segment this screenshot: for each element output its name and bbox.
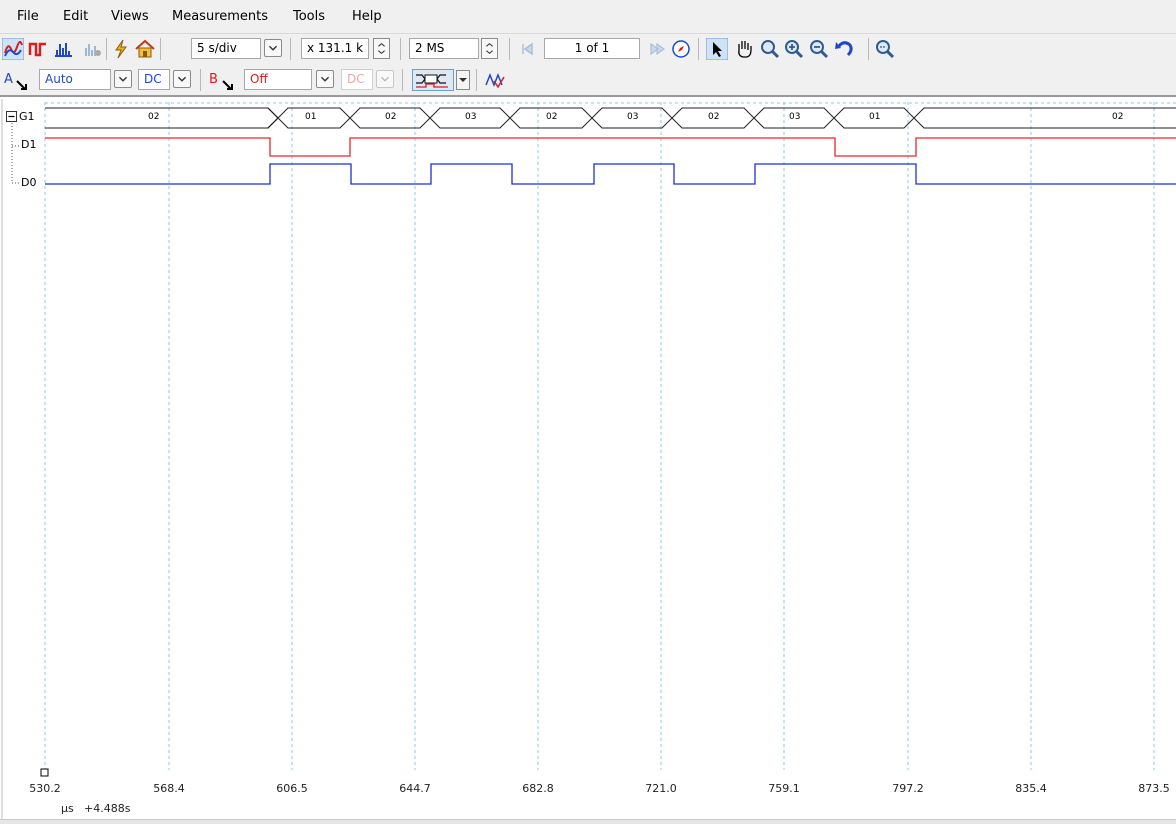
bus-value: 03 bbox=[789, 112, 801, 122]
channel-a-range-select[interactable]: Auto bbox=[39, 69, 111, 90]
zoom-in-icon[interactable] bbox=[783, 38, 805, 60]
serial-decoding-dropdown-icon[interactable] bbox=[456, 70, 470, 90]
channel-b-coupling-dropdown-icon[interactable] bbox=[376, 70, 394, 88]
channel-a-label: A bbox=[4, 72, 13, 87]
menu-views[interactable]: Views bbox=[111, 9, 149, 24]
toolbar-divider bbox=[509, 38, 510, 60]
samples-field[interactable]: 2 MS bbox=[409, 38, 479, 59]
undo-zoom-icon[interactable] bbox=[833, 38, 855, 60]
horizontal-scrollbar[interactable] bbox=[0, 819, 1176, 824]
channel-a-coupling-select[interactable]: DC bbox=[138, 69, 170, 90]
zoom-out-icon[interactable] bbox=[808, 38, 830, 60]
zoom-spinner-icon[interactable] bbox=[373, 38, 390, 59]
bus-value: 02 bbox=[1112, 112, 1124, 122]
axis-unit-label: μs bbox=[61, 802, 74, 815]
trace-view[interactable] bbox=[0, 97, 1176, 823]
timebase-dropdown-icon[interactable] bbox=[264, 39, 282, 57]
toolbar-divider bbox=[400, 38, 401, 60]
menu-tools[interactable]: Tools bbox=[293, 9, 325, 24]
channel-a-range-dropdown-icon[interactable] bbox=[114, 70, 132, 88]
zoom-to-fit-icon[interactable] bbox=[874, 38, 896, 60]
zoom-field[interactable]: x 131.1 k bbox=[301, 38, 369, 59]
axis-tick-label: 682.8 bbox=[522, 782, 554, 795]
bus-value: 01 bbox=[869, 112, 881, 122]
channel-toolbar: A Auto DC B Off DC bbox=[0, 65, 1176, 97]
home-icon[interactable] bbox=[134, 38, 156, 60]
channel-a-probe-icon[interactable] bbox=[16, 78, 28, 90]
menu-measurements[interactable]: Measurements bbox=[172, 9, 268, 24]
bus-value: 02 bbox=[708, 112, 720, 122]
channel-b-range-select[interactable]: Off bbox=[244, 69, 312, 90]
zoom-tool-icon[interactable] bbox=[759, 38, 781, 60]
channel-a-coupling-dropdown-icon[interactable] bbox=[173, 70, 191, 88]
axis-tick-label: 530.2 bbox=[29, 782, 61, 795]
toolbar-divider bbox=[290, 38, 291, 60]
main-toolbar: 5 s/div x 131.1 k 2 MS 1 of 1 bbox=[0, 34, 1176, 65]
toolbar-divider bbox=[106, 38, 107, 60]
axis-tick-label: 644.7 bbox=[399, 782, 431, 795]
menu-help[interactable]: Help bbox=[352, 9, 382, 24]
next-buffer-icon[interactable] bbox=[646, 38, 668, 60]
bus-value: 01 bbox=[305, 112, 317, 122]
persistence-mode-icon[interactable] bbox=[27, 38, 49, 60]
toolbar-divider bbox=[476, 69, 477, 91]
axis-tick-label: 873.5 bbox=[1138, 782, 1170, 795]
spectrum-mode-icon[interactable] bbox=[52, 38, 74, 60]
axis-tick-label: 797.2 bbox=[892, 782, 924, 795]
menu-bar: File Edit Views Measurements Tools Help bbox=[0, 0, 1176, 34]
bus-value: 02 bbox=[385, 112, 397, 122]
axis-tick-label: 759.1 bbox=[768, 782, 800, 795]
channel-b-probe-icon[interactable] bbox=[222, 78, 234, 90]
trace-label-d1[interactable]: D1 bbox=[21, 138, 36, 151]
trace-label-d0[interactable]: D0 bbox=[21, 176, 36, 189]
bus-value: 03 bbox=[465, 112, 477, 122]
bus-value: 03 bbox=[627, 112, 639, 122]
timebase-select[interactable]: 5 s/div bbox=[191, 38, 261, 59]
collapse-group-icon[interactable] bbox=[6, 111, 17, 122]
scope-mode-icon[interactable] bbox=[2, 38, 24, 60]
hand-tool-icon[interactable] bbox=[733, 38, 755, 60]
samples-spinner-icon[interactable] bbox=[481, 38, 498, 59]
time-origin-marker[interactable] bbox=[40, 768, 49, 777]
axis-tick-label: 721.0 bbox=[645, 782, 677, 795]
bus-value: 02 bbox=[546, 112, 558, 122]
toolbar-divider bbox=[868, 38, 869, 60]
toolbar-divider bbox=[402, 69, 403, 91]
channel-b-label: B bbox=[209, 72, 218, 87]
signal-generator-icon[interactable] bbox=[82, 38, 104, 60]
toolbar-divider bbox=[160, 38, 161, 60]
trace-label-g1[interactable]: G1 bbox=[19, 110, 35, 123]
channel-b-range-dropdown-icon[interactable] bbox=[316, 70, 334, 88]
serial-decoding-icon[interactable] bbox=[412, 69, 454, 91]
menu-edit[interactable]: Edit bbox=[63, 9, 88, 24]
axis-tick-label: 568.4 bbox=[153, 782, 185, 795]
axis-tick-label: 835.4 bbox=[1015, 782, 1047, 795]
buffer-index-field[interactable]: 1 of 1 bbox=[544, 38, 640, 59]
menu-file[interactable]: File bbox=[17, 9, 39, 24]
toolbar-divider bbox=[698, 38, 699, 60]
channel-b-coupling-select[interactable]: DC bbox=[341, 69, 373, 90]
bus-value: 02 bbox=[148, 112, 160, 122]
compass-icon[interactable] bbox=[670, 38, 692, 60]
select-cursor-icon[interactable] bbox=[706, 38, 728, 60]
toolbar-divider bbox=[200, 69, 201, 91]
math-channels-icon[interactable] bbox=[484, 69, 506, 91]
axis-tick-label: 606.5 bbox=[276, 782, 308, 795]
auto-setup-icon[interactable] bbox=[110, 38, 132, 60]
axis-offset-label: +4.488s bbox=[84, 802, 131, 815]
previous-buffer-icon[interactable] bbox=[516, 38, 538, 60]
